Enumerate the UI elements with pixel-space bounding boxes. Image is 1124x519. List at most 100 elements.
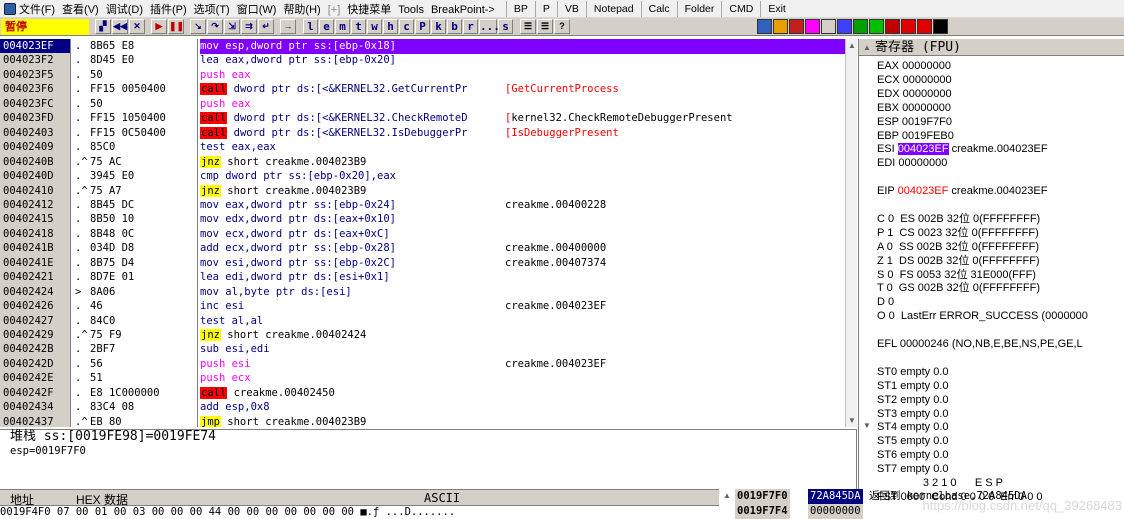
disasm-row[interactable]: 00402424 >8A06 mov al,byte ptr ds:[esi] [0,284,856,301]
toolbar-letter-button[interactable]: e [319,19,334,34]
menu-tab[interactable]: Folder [676,0,722,17]
disasm-row[interactable]: 004023F5. 50 push eax [0,67,856,84]
register-line[interactable]: Z 1 DS 002B 32位 0(FFFFFFFF) [877,254,1124,268]
go-to-icon[interactable]: → [280,19,296,34]
disasm-row[interactable]: 00402412. 8B45 DC mov eax,dword ptr ss:[eb… [0,197,856,214]
plugin-toolbar-icon[interactable] [917,19,932,34]
disasm-row[interactable]: 0040240B .^ 75 AC jnz short creakme.004023B… [0,154,856,171]
register-line[interactable]: EDX 00000000 [877,87,1124,101]
plugin-toolbar-icon[interactable] [821,19,836,34]
toolbar-letter-button[interactable]: P [415,19,430,34]
registers-scroll-down-icon[interactable]: ▼ [861,421,873,430]
register-line[interactable]: D 0 [877,295,1124,309]
register-line[interactable]: ST1 empty 0.0 [877,379,1124,393]
menu-item[interactable]: BreakPoint-> [431,4,502,16]
disasm-row[interactable]: 0040241B. 034D D8 add ecx,dword ptr ss:[eb… [0,241,856,257]
disasm-row[interactable]: 0040240D. 3945 E0 cmp dword ptr ss:[ebp-0x… [0,169,856,185]
registers-scroll-up-icon[interactable]: ▲ [861,43,873,52]
disasm-row[interactable]: 0040241E. 8B75 D4 mov esi,dword ptr ss:[eb… [0,255,856,272]
register-line[interactable]: EIP 004023EF creakme.004023EF [877,184,1124,198]
disassembly-pane[interactable]: 004023EF. 8B65 E8 mov esp,dword ptr ss:[eb… [0,39,857,427]
disasm-row[interactable]: 00402418. 8B48 0C mov ecx,dword ptr ds:[ea… [0,226,856,243]
disasm-row[interactable]: 00402434. 83C4 08 add esp,0x8 [0,400,856,416]
register-line[interactable]: A 0 SS 002B 32位 0(FFFFFFFF) [877,240,1124,254]
menu-tab[interactable]: Exit [760,0,793,17]
disasm-row[interactable]: 00402437 .^ EB 80 jmp short creakme.004023B… [0,414,856,427]
plugin-toolbar-icon[interactable] [805,19,820,34]
register-line[interactable]: ESP 0019F7F0 [877,115,1124,129]
stack-scroll-up-icon[interactable]: ▲ [721,491,733,500]
register-line[interactable]: ST7 empty 0.0 [877,462,1124,476]
trace-into-icon[interactable]: ⇲ [224,19,240,34]
menu-item[interactable]: [+] [328,4,348,16]
menu-item[interactable]: 查看(V) [62,4,106,16]
pause-icon[interactable]: ❚❚ [168,19,184,34]
register-line[interactable]: EBP 0019FEB0 [877,129,1124,143]
register-line[interactable]: S 0 FS 0053 32位 31E000(FFF) [877,268,1124,282]
toolbar-letter-button[interactable]: c [399,19,414,34]
plugin-toolbar-icon[interactable] [901,19,916,34]
disassembly-scrollbar[interactable]: ▲ ▼ [845,39,857,427]
execute-till-return-icon[interactable]: ↵ [258,19,274,34]
register-line[interactable]: ECX 00000000 [877,73,1124,87]
register-line[interactable]: EBX 00000000 [877,101,1124,115]
menu-item[interactable]: 快捷菜单 [347,4,398,16]
disasm-row[interactable]: 0040242E. 51 push ecx [0,371,856,387]
menu-item[interactable]: 调试(D) [106,4,150,16]
disasm-row[interactable]: 00402410 .^ 75 A7 jnz short creakme.004023B… [0,183,856,200]
register-line[interactable]: P 1 CS 0023 32位 0(FFFFFFFF) [877,226,1124,240]
toolbar-letter-button[interactable]: w [367,19,382,34]
menu-tab[interactable]: BP [505,0,535,17]
registers-pane[interactable]: 寄存器 (FPU) ▲ ▼ EAX 00000000 ECX 00000000 ED… [858,39,1124,503]
plugin-toolbar-icon[interactable] [869,19,884,34]
menu-item[interactable]: 选项(T) [194,4,237,16]
menu-item[interactable]: Tools [398,4,431,16]
window-icon[interactable]: ☰ [537,19,553,34]
close-icon[interactable]: ✕ [129,19,145,34]
register-line[interactable]: ST6 empty 0.0 [877,448,1124,462]
toolbar-letter-button[interactable]: m [335,19,350,34]
list-icon[interactable]: ☰ [520,19,536,34]
toolbar-letter-button[interactable]: r [463,19,478,34]
disasm-row[interactable]: 004023F6. FF15 0050400 call dword ptr ds:[… [0,82,856,98]
step-into-icon[interactable]: ↘ [190,19,206,34]
toolbar-letter-button[interactable]: ... [479,19,500,34]
register-line[interactable]: O 0 LastErr ERROR_SUCCESS (0000000 [877,309,1124,323]
menu-item[interactable]: 帮助(H) [283,4,327,16]
register-line[interactable]: ST3 empty 0.0 [877,407,1124,421]
toolbar-letter-button[interactable]: k [431,19,446,34]
toolbar-letter-button[interactable]: s [498,19,513,34]
register-line[interactable]: 3 2 1 0 E S P [877,476,1124,490]
register-line[interactable]: C 0 ES 002B 32位 0(FFFFFFFF) [877,212,1124,226]
register-line[interactable]: ST0 empty 0.0 [877,365,1124,379]
rewind-icon[interactable]: ◀◀ [112,19,128,34]
help-icon[interactable]: ? [554,19,570,34]
register-line[interactable]: EAX 00000000 [877,59,1124,73]
register-line[interactable]: EDI 00000000 [877,156,1124,170]
disasm-row[interactable]: 004023F2. 8D45 E0 lea eax,dword ptr ss:[eb… [0,53,856,69]
menu-tab[interactable]: P [534,0,557,17]
disasm-row[interactable]: 004023FD. FF15 1050400 call dword ptr ds:[… [0,111,856,127]
disasm-row[interactable]: 00402421. 8D7E 01 lea edi,dword ptr ds:[es… [0,270,856,286]
disasm-row[interactable]: 00402429 .^ 75 F9 jnz short creakme.0040242… [0,328,856,344]
trace-over-icon[interactable]: ⇉ [241,19,257,34]
menu-item[interactable]: 文件(F) [19,4,62,16]
disasm-row[interactable]: 004023FC. 50 push eax [0,96,856,113]
toolbar-letter-button[interactable]: t [351,19,366,34]
register-line[interactable]: EFL 00000246 (NO,NB,E,BE,NS,PE,GE,L [877,337,1124,351]
registers-title[interactable]: 寄存器 (FPU) [859,39,1124,56]
disasm-row[interactable]: 0040242D. 56 push esi creakme.004023EF [0,356,856,373]
plugin-toolbar-icon[interactable] [933,19,948,34]
toolbar-letter-button[interactable]: l [303,19,318,34]
run-icon[interactable]: ▶ [151,19,167,34]
plugin-toolbar-icon[interactable] [773,19,788,34]
menu-tab[interactable]: Calc [640,0,677,17]
plugin-toolbar-icon[interactable] [885,19,900,34]
disasm-row[interactable]: 00402427. 84C0 test al,al [0,313,856,330]
register-line[interactable]: ST4 empty 0.0 [877,420,1124,434]
disasm-row[interactable]: 00402409. 85C0 test eax,eax [0,140,856,156]
dump-col-ascii[interactable]: ASCII [424,491,460,505]
disasm-row[interactable]: 004023EF. 8B65 E8 mov esp,dword ptr ss:[eb… [0,39,856,55]
toolbar-letter-button[interactable]: b [447,19,462,34]
plugin-toolbar-icon[interactable] [789,19,804,34]
